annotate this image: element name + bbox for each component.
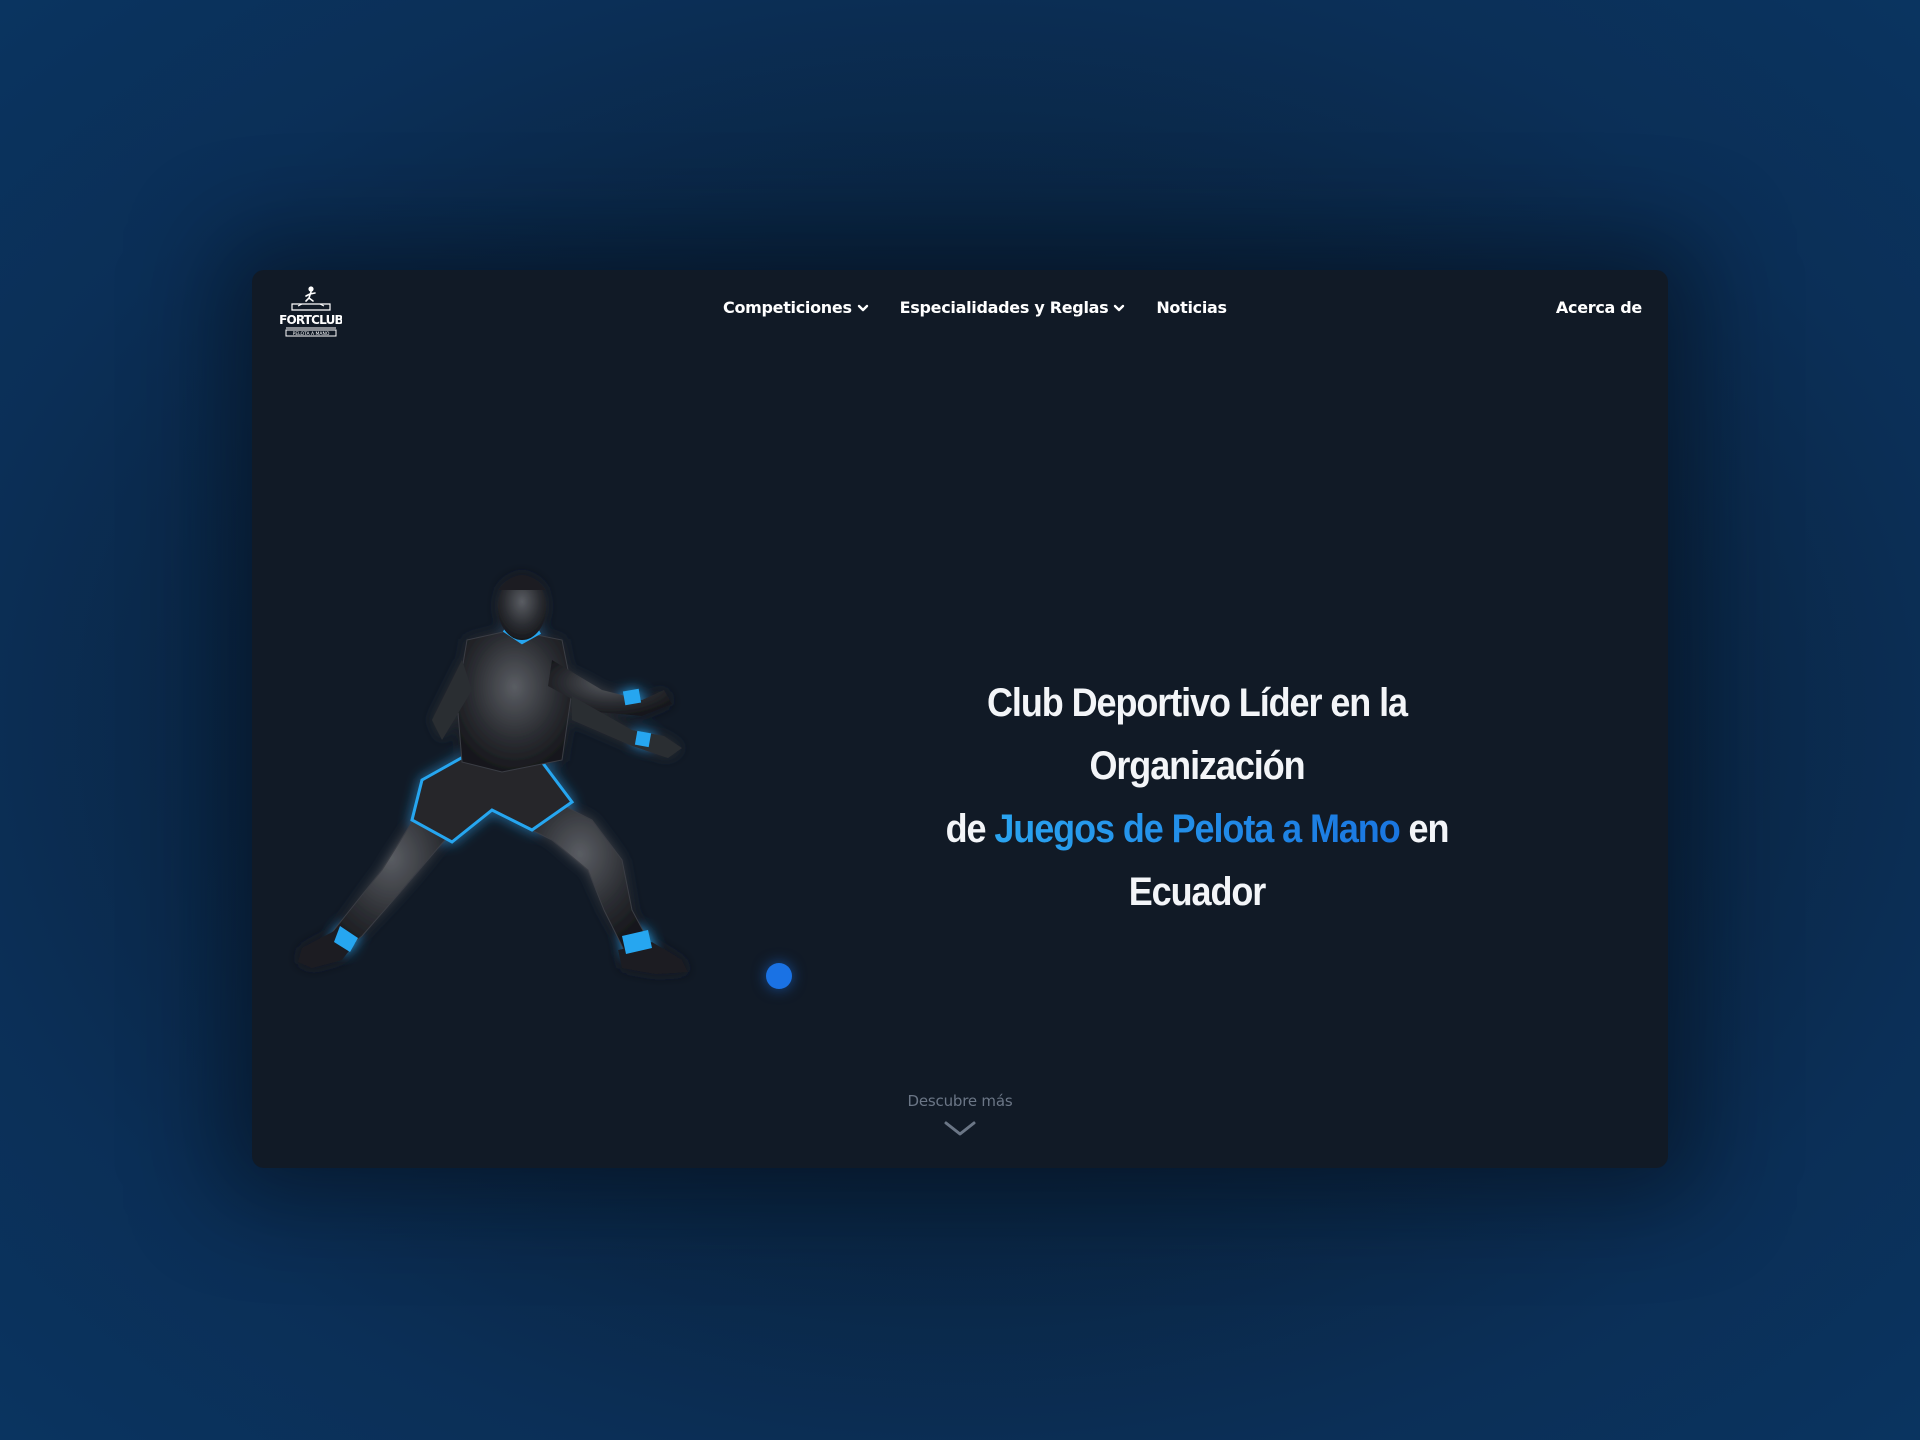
nav-item-competiciones[interactable]: Competiciones — [723, 298, 870, 317]
chevron-down-icon — [857, 304, 868, 311]
svg-text:FORTCLUB: FORTCLUB — [280, 313, 342, 327]
hero-headline: Club Deportivo Líder en la Organización … — [887, 672, 1508, 924]
nav-item-label: Noticias — [1156, 298, 1227, 317]
hero-card: FORTCLUB PELOTA A MANO Competiciones Esp… — [252, 270, 1668, 1168]
fortclub-logo[interactable]: FORTCLUB PELOTA A MANO — [279, 284, 344, 342]
nav-item-label: Competiciones — [723, 298, 852, 317]
headline-prefix: de — [945, 807, 995, 851]
discover-more[interactable]: Descubre más — [252, 1092, 1668, 1138]
chevron-down-icon — [1114, 304, 1125, 311]
nav-item-noticias[interactable]: Noticias — [1156, 298, 1227, 317]
top-navigation: FORTCLUB PELOTA A MANO Competiciones Esp… — [252, 270, 1668, 340]
nav-item-acerca-de[interactable]: Acerca de — [1556, 298, 1642, 317]
nav-item-label: Especialidades y Reglas — [899, 298, 1109, 317]
pelota-player-illustration — [272, 490, 852, 1050]
headline-line-2: de Juegos de Pelota a Mano en Ecuador — [887, 798, 1508, 924]
svg-text:PELOTA A MANO: PELOTA A MANO — [293, 331, 330, 337]
nav-item-label: Acerca de — [1555, 298, 1642, 317]
pelota-ball — [766, 963, 792, 989]
discover-more-label: Descubre más — [907, 1092, 1013, 1110]
chevron-down-icon — [944, 1121, 976, 1136]
nav-menu: Competiciones Especialidades y Reglas No… — [723, 298, 1227, 317]
nav-item-especialidades[interactable]: Especialidades y Reglas — [900, 298, 1127, 317]
headline-highlight: Juegos de Pelota a Mano — [994, 807, 1400, 851]
headline-line-1: Club Deportivo Líder en la Organización — [987, 681, 1408, 788]
